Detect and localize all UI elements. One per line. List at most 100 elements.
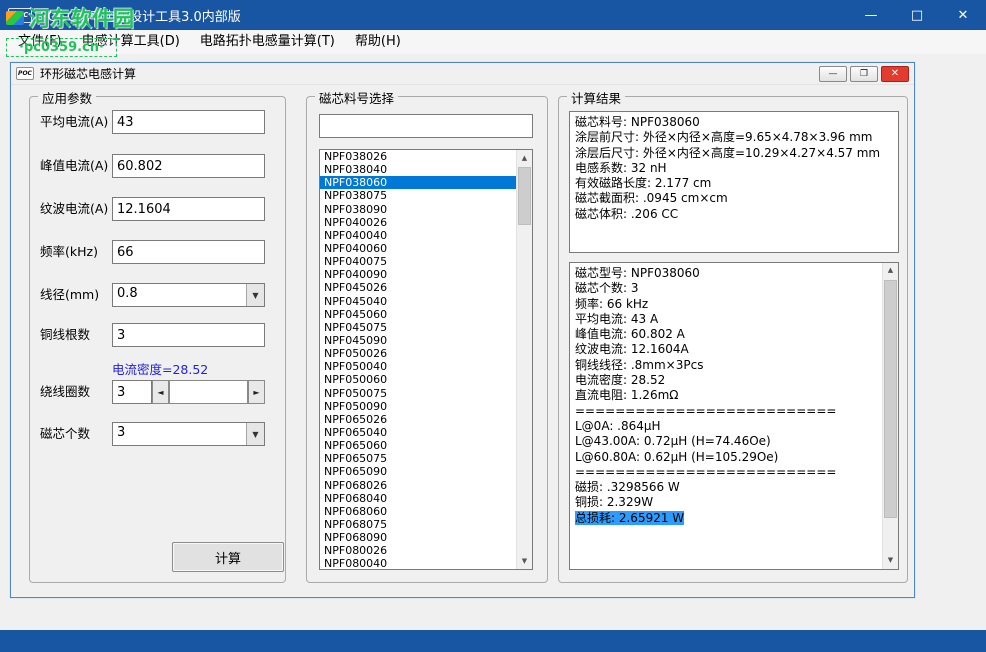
frequency-input[interactable]: [112, 240, 265, 264]
avg-current-input[interactable]: [112, 110, 265, 134]
core-list-item[interactable]: NPF050026: [320, 347, 516, 360]
core-list-item[interactable]: NPF038060: [320, 176, 516, 189]
child-close-button[interactable]: ✕: [881, 66, 909, 82]
wire-diameter-select[interactable]: 0.8 ▼: [112, 283, 265, 307]
turns-increment-button[interactable]: ►: [248, 380, 265, 404]
detail-line: L@60.80A: 0.62μH (H=105.29Oe): [575, 450, 878, 465]
detail-scrollbar[interactable]: ▲ ▼: [882, 263, 898, 569]
child-window: POC 环形磁芯电感计算 — ❐ ✕ 应用参数 平均电流(A) 峰值电流(A) …: [10, 62, 915, 598]
scroll-up-icon[interactable]: ▲: [883, 263, 898, 279]
core-list-item[interactable]: NPF050060: [320, 373, 516, 386]
core-list-item[interactable]: NPF065040: [320, 426, 516, 439]
child-window-controls: — ❐ ✕: [819, 66, 909, 82]
detail-line: ==========================: [575, 404, 878, 419]
core-list-item[interactable]: NPF045026: [320, 281, 516, 294]
menu-item[interactable]: 帮助(H): [345, 30, 411, 54]
main-window-title: POCO功率电感设计工具3.0内部版: [40, 6, 241, 25]
menu-item[interactable]: 电感计算工具(D): [72, 30, 190, 54]
child-minimize-button[interactable]: —: [819, 66, 847, 82]
turns-track[interactable]: [169, 380, 248, 404]
results-group: 计算结果 磁芯料号: NPF038060 涂层前尺寸: 外径×内径×高度=9.6…: [558, 96, 908, 583]
copper-strands-label: 铜线根数: [40, 323, 90, 347]
current-density-note: 电流密度=28.52: [112, 359, 208, 378]
detail-line: L@0A: .864μH: [575, 419, 878, 434]
core-list-item[interactable]: NPF068090: [320, 531, 516, 544]
core-list-item[interactable]: NPF080040: [320, 557, 516, 569]
frequency-label: 频率(kHz): [40, 240, 98, 264]
core-list-item[interactable]: NPF040075: [320, 255, 516, 268]
core-list-item[interactable]: NPF045075: [320, 321, 516, 334]
scrollbar-thumb[interactable]: [884, 280, 897, 518]
core-list-item[interactable]: NPF068026: [320, 479, 516, 492]
summary-line: 电感系数: 32 nH: [575, 161, 893, 176]
calculate-button[interactable]: 计算: [172, 542, 284, 572]
core-list-item[interactable]: NPF065090: [320, 465, 516, 478]
core-count-select[interactable]: 3 ▼: [112, 422, 265, 446]
scrollbar-thumb[interactable]: [518, 167, 531, 225]
scroll-down-icon[interactable]: ▼: [883, 553, 898, 569]
core-list-item[interactable]: NPF038040: [320, 163, 516, 176]
core-list-item[interactable]: NPF068075: [320, 518, 516, 531]
ripple-current-label: 纹波电流(A): [40, 197, 108, 221]
turns-decrement-button[interactable]: ◄: [152, 380, 169, 404]
ripple-current-input[interactable]: [112, 197, 265, 221]
close-button[interactable]: ✕: [940, 0, 986, 30]
core-select-group-title: 磁芯料号选择: [315, 88, 398, 107]
core-list-item[interactable]: NPF038026: [320, 150, 516, 163]
child-restore-button[interactable]: ❐: [850, 66, 878, 82]
core-list-item[interactable]: NPF040026: [320, 216, 516, 229]
core-list-item[interactable]: NPF038075: [320, 189, 516, 202]
core-filter-input[interactable]: [319, 114, 533, 138]
core-list-scrollbar[interactable]: ▲ ▼: [516, 150, 532, 569]
core-list: NPF038026 NPF038040 NPF038060 NPF038075 …: [320, 150, 516, 569]
core-list-item[interactable]: NPF080026: [320, 544, 516, 557]
detail-line: 总损耗: 2.65921 W: [575, 511, 878, 526]
menubar: 文件(F) 电感计算工具(D) 电路拓扑电感量计算(T) 帮助(H): [0, 30, 986, 54]
core-list-item[interactable]: NPF045060: [320, 308, 516, 321]
peak-current-input[interactable]: [112, 154, 265, 178]
peak-current-label: 峰值电流(A): [40, 154, 108, 178]
core-summary-box[interactable]: 磁芯料号: NPF038060 涂层前尺寸: 外径×内径×高度=9.65×4.7…: [569, 111, 899, 253]
copper-strands-input[interactable]: [112, 323, 265, 347]
core-list-item[interactable]: NPF050090: [320, 400, 516, 413]
summary-line: 磁芯体积: .206 CC: [575, 207, 893, 222]
chevron-down-icon[interactable]: ▼: [246, 423, 264, 445]
detail-line: 铜损: 2.329W: [575, 495, 878, 510]
core-list-item[interactable]: NPF068040: [320, 492, 516, 505]
core-list-item[interactable]: NPF068060: [320, 505, 516, 518]
maximize-button[interactable]: □: [894, 0, 940, 30]
core-list-item[interactable]: NPF040040: [320, 229, 516, 242]
core-list-item[interactable]: NPF050075: [320, 387, 516, 400]
params-group: 应用参数 平均电流(A) 峰值电流(A) 纹波电流(A) 频率(kHz) 线径(…: [29, 96, 286, 583]
params-group-title: 应用参数: [38, 88, 96, 107]
detail-line: 磁芯型号: NPF038060: [575, 266, 878, 281]
summary-line: 有效磁路长度: 2.177 cm: [575, 176, 893, 191]
app-logo-icon: POC: [8, 8, 32, 23]
menu-item[interactable]: 文件(F): [8, 30, 72, 54]
core-count-label: 磁芯个数: [40, 422, 90, 446]
turns-input[interactable]: [112, 380, 152, 404]
core-list-item[interactable]: NPF045090: [320, 334, 516, 347]
scroll-up-icon[interactable]: ▲: [517, 150, 532, 166]
core-list-item[interactable]: NPF065075: [320, 452, 516, 465]
wire-diameter-value: 0.8: [113, 284, 246, 306]
core-list-item[interactable]: NPF045040: [320, 295, 516, 308]
minimize-button[interactable]: —: [848, 0, 894, 30]
scroll-down-icon[interactable]: ▼: [517, 553, 532, 569]
core-list-item[interactable]: NPF065060: [320, 439, 516, 452]
arrow-left-icon: ◄: [157, 388, 163, 397]
detail-line: 峰值电流: 60.802 A: [575, 327, 878, 342]
core-list-item[interactable]: NPF040060: [320, 242, 516, 255]
core-list-item[interactable]: NPF040090: [320, 268, 516, 281]
core-list-item[interactable]: NPF050040: [320, 360, 516, 373]
window-controls: — □ ✕: [848, 0, 986, 30]
summary-line: 涂层前尺寸: 外径×内径×高度=9.65×4.78×3.96 mm: [575, 130, 893, 145]
core-list-item[interactable]: NPF065026: [320, 413, 516, 426]
detail-line: 电流密度: 28.52: [575, 373, 878, 388]
calc-detail-box[interactable]: ▲ ▼ 磁芯型号: NPF038060 磁芯个数: 3 频率: 66 kHz 平…: [569, 262, 899, 570]
chevron-down-icon[interactable]: ▼: [246, 284, 264, 306]
core-list-item[interactable]: NPF038090: [320, 203, 516, 216]
menu-item[interactable]: 电路拓扑电感量计算(T): [190, 30, 345, 54]
avg-current-label: 平均电流(A): [40, 110, 108, 134]
summary-line: 磁芯截面积: .0945 cm×cm: [575, 191, 893, 206]
